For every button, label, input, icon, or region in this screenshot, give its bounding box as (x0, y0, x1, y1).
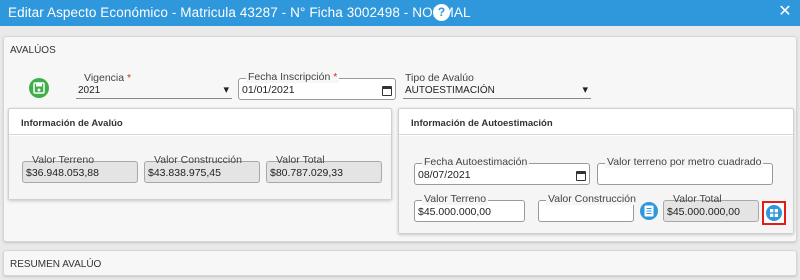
save-button[interactable] (29, 78, 49, 98)
required-mark: * (127, 72, 132, 84)
window-title: Editar Aspecto Económico - Matricula 432… (8, 5, 471, 20)
chevron-down-icon: ▾ (223, 84, 229, 96)
fecha-inscripcion-label: Fecha Inscripción (248, 71, 331, 83)
avaluos-header[interactable]: AVALÚOS (10, 45, 56, 56)
fecha-autoestimacion-value: 08/07/2021 (418, 169, 471, 181)
vigencia-select[interactable]: Vigencia * 2021 ▾ (76, 72, 232, 99)
valor-terreno-input-label: Valor Terreno (422, 193, 489, 205)
valor-terreno-value: $36.948.053,88 (26, 167, 99, 179)
valor-construccion-input[interactable]: Valor Construcción (538, 193, 638, 222)
document-button[interactable] (640, 202, 658, 220)
valor-total-autoestimacion-value: $45.000.000,00 (667, 206, 740, 218)
close-icon[interactable]: ✕ (776, 3, 794, 21)
document-icon (644, 205, 654, 217)
resumen-avaluo-panel: RESUMEN AVALÚO (3, 250, 797, 276)
fecha-inscripcion-value: 01/01/2021 (242, 84, 295, 96)
fecha-autoestimacion-label: Fecha Autoestimación (422, 156, 530, 168)
informacion-autoestimacion-title: Información de Autoestimación (411, 118, 553, 129)
tipo-avaluo-label: Tipo de Avalúo (405, 72, 474, 84)
valor-construccion-readonly: Valor Construcción $43.838.975,45 (144, 154, 260, 183)
help-icon[interactable]: ? (433, 4, 450, 21)
valor-terreno-input-value: $45.000.000,00 (418, 206, 491, 218)
tipo-avaluo-select[interactable]: Tipo de Avalúo AUTOESTIMACIÓN ▾ (403, 72, 591, 99)
valor-total-autoestimacion: Valor Total $45.000.000,00 (663, 193, 759, 222)
valor-construccion-label: Valor Construcción (154, 154, 242, 166)
window-titlebar: Editar Aspecto Económico - Matricula 432… (0, 0, 800, 26)
tipo-avaluo-value: AUTOESTIMACIÓN (405, 85, 495, 96)
fecha-inscripcion-field[interactable]: Fecha Inscripción * 01/01/2021 (238, 71, 396, 100)
valor-total-value: $80.787.029,33 (270, 167, 343, 179)
calculator-icon (770, 209, 778, 217)
valor-terreno-m2-field[interactable]: Valor terreno por metro cuadrado (597, 156, 773, 185)
chevron-down-icon: ▾ (582, 84, 588, 96)
calendar-icon[interactable] (576, 171, 586, 181)
valor-construccion-input-label: Valor Construcción (546, 193, 638, 205)
vigencia-label: Vigencia (84, 72, 125, 84)
valor-terreno-m2-label: Valor terreno por metro cuadrado (605, 156, 764, 168)
resumen-avaluo-header[interactable]: RESUMEN AVALÚO (10, 259, 101, 270)
required-mark: * (333, 71, 338, 83)
valor-total-autoestimacion-label: Valor Total (673, 193, 722, 205)
valor-terreno-input[interactable]: Valor Terreno $45.000.000,00 (414, 193, 525, 222)
valor-total-label: Valor Total (276, 154, 325, 166)
fecha-autoestimacion-field[interactable]: Fecha Autoestimación 08/07/2021 (414, 156, 590, 185)
calendar-icon[interactable] (382, 86, 392, 96)
valor-terreno-label: Valor Terreno (32, 154, 95, 166)
calculator-button[interactable] (762, 201, 786, 225)
vigencia-value: 2021 (78, 85, 101, 96)
valor-total-readonly: Valor Total $80.787.029,33 (266, 154, 382, 183)
valor-construccion-value: $43.838.975,45 (148, 167, 221, 179)
save-icon (33, 82, 45, 94)
valor-terreno-readonly: Valor Terreno $36.948.053,88 (22, 154, 138, 183)
informacion-avaluo-title: Información de Avalúo (21, 118, 123, 129)
